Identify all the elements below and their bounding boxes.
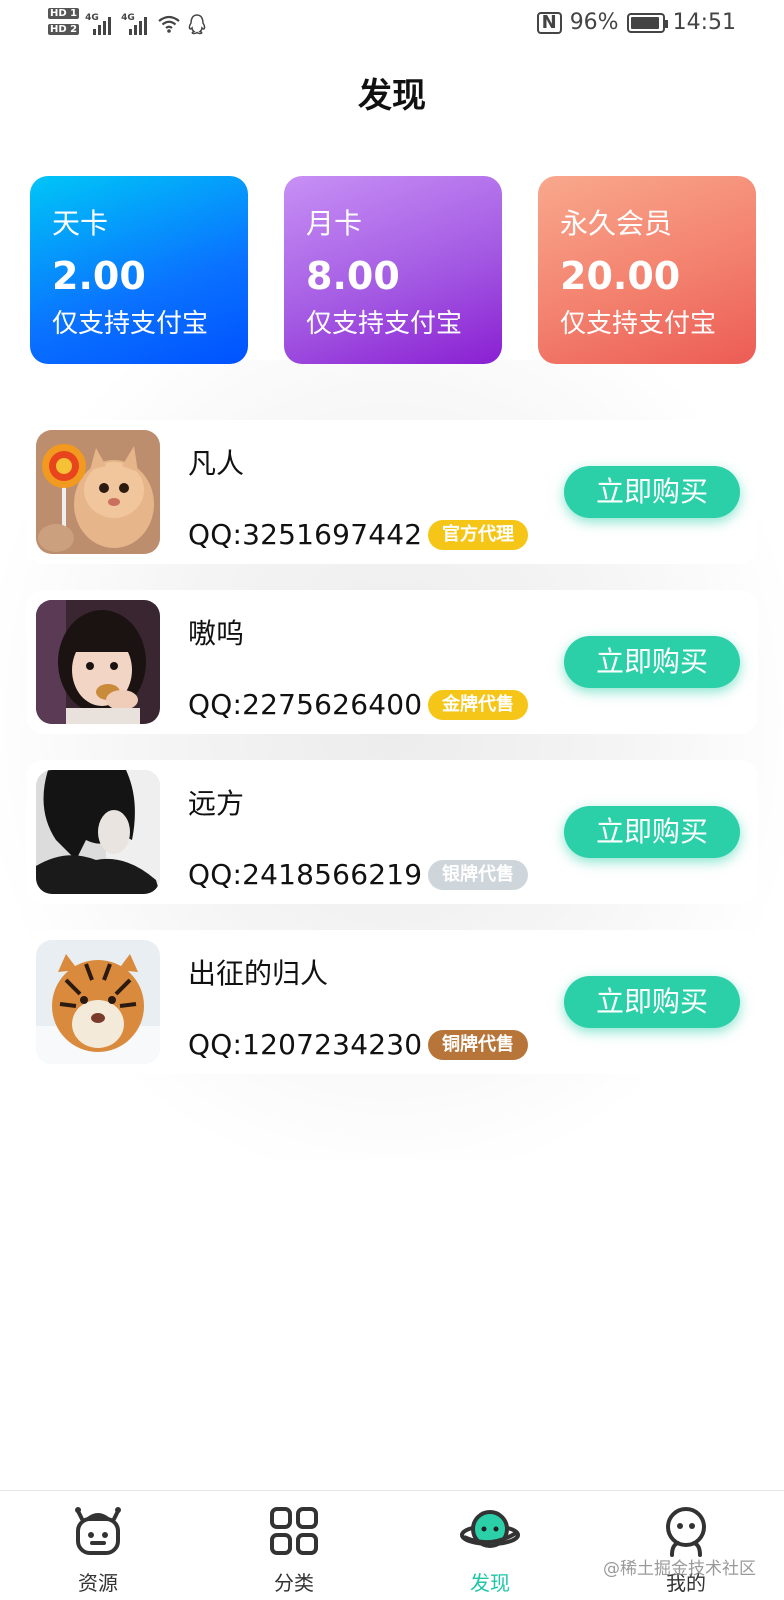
buy-button[interactable]: 立即购买 xyxy=(564,466,740,518)
agent-name: 凡人 xyxy=(188,447,245,480)
avatar xyxy=(36,940,160,1064)
nav-item-discover[interactable]: 发现 xyxy=(392,1491,588,1600)
bottom-nav: 资源 分类 发现 我的 xyxy=(0,1490,784,1600)
buy-button[interactable]: 立即购买 xyxy=(564,806,740,858)
agent-name: 出征的归人 xyxy=(188,957,329,990)
nav-item-category[interactable]: 分类 xyxy=(196,1491,392,1600)
nav-label: 资源 xyxy=(78,1571,118,1595)
agent-qq: QQ:3251697442 xyxy=(188,518,423,551)
sim-indicators: HD 1 HD 2 xyxy=(48,8,80,40)
plan-card-forever[interactable]: 永久会员 20.00 仅支持支付宝 xyxy=(538,176,756,364)
plan-card-day[interactable]: 天卡 2.00 仅支持支付宝 xyxy=(30,176,248,364)
agent-row: 凡人 QQ:3251697442 官方代理 立即购买 xyxy=(26,420,758,564)
robot-icon xyxy=(75,1507,121,1555)
agent-name: 嗷呜 xyxy=(188,617,245,650)
watermark: @稀土掘金技术社区 xyxy=(603,1559,756,1579)
signal-1-icon: 4G xyxy=(85,13,115,35)
buy-button[interactable]: 立即购买 xyxy=(564,636,740,688)
nav-label: 分类 xyxy=(274,1571,314,1595)
plan-note: 仅支持支付宝 xyxy=(560,309,717,339)
agent-qq: QQ:1207234230 xyxy=(188,1028,423,1061)
wifi-icon xyxy=(158,15,180,33)
nav-label: 发现 xyxy=(470,1571,510,1595)
battery-icon xyxy=(626,12,668,33)
signal-2-icon: 4G xyxy=(121,13,151,35)
planet-icon xyxy=(460,1510,520,1548)
clock: 14:51 xyxy=(672,10,736,35)
status-right: N 96% 14:51 xyxy=(536,10,736,35)
agent-badge: 银牌代售 xyxy=(428,860,528,890)
plan-cards: 天卡 2.00 仅支持支付宝 月卡 8.00 仅支持支付宝 永久会员 20.00… xyxy=(30,176,756,364)
plan-name: 永久会员 xyxy=(560,207,673,240)
agent-qq: QQ:2418566219 xyxy=(188,858,423,891)
page-title: 发现 xyxy=(358,76,426,116)
nav-item-resources[interactable]: 资源 xyxy=(0,1491,196,1600)
avatar xyxy=(36,770,160,894)
agent-badge: 铜牌代售 xyxy=(428,1030,528,1060)
nav-item-mine[interactable]: 我的 xyxy=(588,1491,784,1600)
person-icon xyxy=(666,1507,706,1557)
avatar xyxy=(36,430,160,554)
plan-name: 天卡 xyxy=(52,207,109,240)
nfc-icon: N xyxy=(536,11,562,34)
plan-name: 月卡 xyxy=(306,207,363,240)
agent-row: 嗷呜 QQ:2275626400 金牌代售 立即购买 xyxy=(26,590,758,734)
qq-penguin-icon xyxy=(188,14,206,35)
buy-button[interactable]: 立即购买 xyxy=(564,976,740,1028)
avatar xyxy=(36,600,160,724)
sim2-badge: HD 2 xyxy=(48,24,80,35)
status-left: HD 1 HD 2 4G 4G xyxy=(48,8,207,40)
plan-price: 20.00 xyxy=(560,254,681,298)
agent-badge: 金牌代售 xyxy=(428,690,528,720)
status-bar: HD 1 HD 2 4G 4G N 96% 14:51 xyxy=(0,0,784,50)
agent-row: 出征的归人 QQ:1207234230 铜牌代售 立即购买 xyxy=(26,930,758,1074)
plan-card-month[interactable]: 月卡 8.00 仅支持支付宝 xyxy=(284,176,502,364)
agent-qq: QQ:2275626400 xyxy=(188,688,423,721)
agent-name: 远方 xyxy=(188,787,245,820)
sim1-badge: HD 1 xyxy=(48,8,80,19)
agent-row: 远方 QQ:2418566219 银牌代售 立即购买 xyxy=(26,760,758,904)
battery-percent: 96% xyxy=(569,10,619,35)
agent-badge: 官方代理 xyxy=(428,520,528,550)
plan-note: 仅支持支付宝 xyxy=(52,309,209,339)
plan-price: 2.00 xyxy=(52,254,146,298)
grid-icon xyxy=(270,1507,318,1555)
plan-note: 仅支持支付宝 xyxy=(306,309,463,339)
plan-price: 8.00 xyxy=(306,254,400,298)
